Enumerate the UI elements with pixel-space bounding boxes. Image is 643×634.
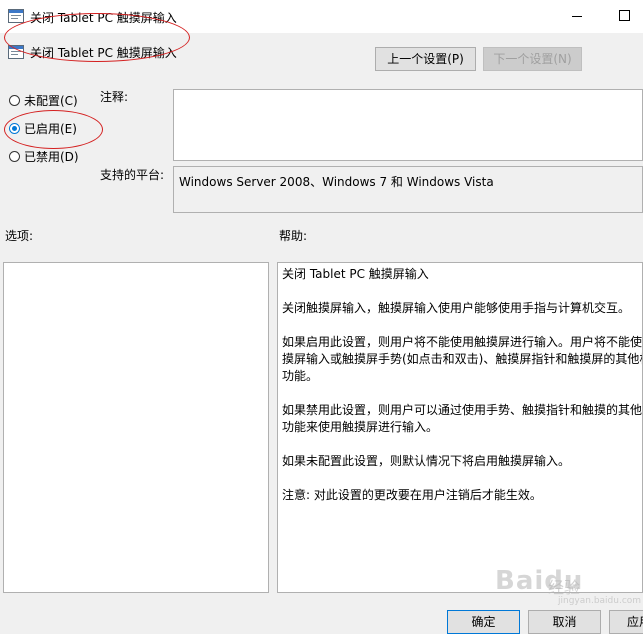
- help-paragraph: 关闭 Tablet PC 触摸屏输入: [282, 267, 429, 281]
- baidu-watermark-url: jingyan.baidu.com: [558, 596, 642, 606]
- radio-disabled[interactable]: 已禁用(D): [9, 147, 79, 165]
- maximize-button[interactable]: [612, 4, 638, 28]
- help-text: 关闭 Tablet PC 触摸屏输入 关闭触摸屏输入，触摸屏输入使用户能够使用手…: [282, 266, 642, 521]
- options-pane[interactable]: [3, 262, 269, 593]
- minimize-button[interactable]: [565, 4, 591, 28]
- help-paragraph: 功能。: [282, 369, 319, 383]
- next-setting-button[interactable]: 下一个设置(N): [483, 47, 582, 71]
- supported-platform-field[interactable]: Windows Server 2008、Windows 7 和 Windows …: [173, 166, 643, 213]
- window-title: 关闭 Tablet PC 触摸屏输入: [30, 11, 177, 25]
- help-paragraph: 如果未配置此设置，则默认情况下将启用触摸屏输入。: [282, 454, 571, 468]
- help-paragraph: 功能来使用触摸屏进行输入。: [282, 420, 439, 434]
- policy-setting-icon: [8, 45, 24, 59]
- help-label: 帮助:: [279, 229, 308, 243]
- supported-platform-label: 支持的平台:: [100, 168, 165, 182]
- ok-button[interactable]: 确定: [447, 610, 520, 634]
- help-pane[interactable]: 关闭 Tablet PC 触摸屏输入 关闭触摸屏输入，触摸屏输入使用户能够使用手…: [277, 262, 643, 593]
- comment-label: 注释:: [100, 90, 129, 104]
- title-bar: 关闭 Tablet PC 触摸屏输入: [0, 0, 643, 33]
- options-label: 选项:: [5, 229, 34, 243]
- help-paragraph: 摸屏输入或触摸屏手势(如点击和双击)、触摸屏指针和触摸屏的其他相: [282, 352, 642, 366]
- radio-circle[interactable]: [9, 122, 20, 134]
- policy-icon: [8, 9, 24, 23]
- radio-label: 已禁用(D): [24, 149, 79, 164]
- baidu-watermark-text: 经验: [548, 578, 581, 597]
- radio-circle[interactable]: [9, 150, 20, 162]
- previous-setting-button[interactable]: 上一个设置(P): [375, 47, 476, 71]
- radio-enabled[interactable]: 已启用(E): [9, 119, 77, 137]
- help-paragraph: 注意: 对此设置的更改要在用户注销后才能生效。: [282, 488, 542, 502]
- supported-platform-value: Windows Server 2008、Windows 7 和 Windows …: [179, 175, 494, 189]
- help-paragraph: 如果启用此设置，则用户将不能使用触摸屏进行输入。用户将不能使用: [282, 335, 642, 349]
- help-paragraph: 关闭触摸屏输入，触摸屏输入使用户能够使用手指与计算机交互。: [282, 301, 631, 315]
- comment-textarea[interactable]: [173, 89, 643, 161]
- radio-circle[interactable]: [9, 94, 20, 106]
- radio-label: 已启用(E): [24, 121, 77, 136]
- radio-label: 未配置(C): [24, 93, 78, 108]
- radio-not-configured[interactable]: 未配置(C): [9, 91, 78, 109]
- policy-name: 关闭 Tablet PC 触摸屏输入: [30, 46, 177, 60]
- cancel-button[interactable]: 取消: [528, 610, 601, 634]
- help-paragraph: 如果禁用此设置，则用户可以通过使用手势、触摸指针和触摸的其他的: [282, 403, 642, 417]
- apply-button[interactable]: 应用: [609, 610, 643, 634]
